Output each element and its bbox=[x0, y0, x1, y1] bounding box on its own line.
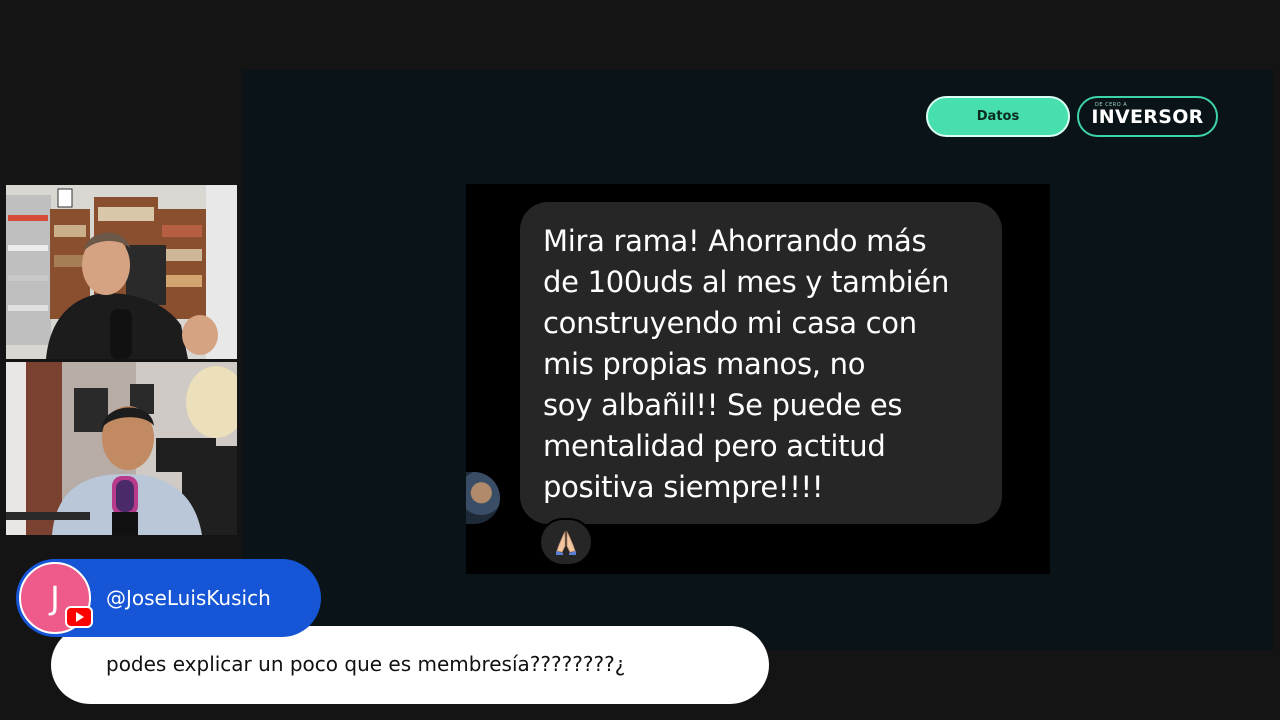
stream-stage: Datos DE CERO A INVERSOR Mira rama! Ahor… bbox=[0, 0, 1280, 720]
webcam-guest bbox=[6, 362, 237, 535]
youtube-icon bbox=[65, 606, 93, 628]
comment-username: @JoseLuisKusich bbox=[106, 586, 271, 610]
guest-video-frame bbox=[6, 362, 237, 535]
host-video-frame bbox=[6, 185, 237, 359]
message-line: positiva siempre!!!! bbox=[543, 470, 824, 504]
datos-badge: Datos bbox=[926, 96, 1070, 137]
message-line: mentalidad pero actitud bbox=[543, 429, 886, 463]
comment-text: podes explicar un poco que es membresía?… bbox=[106, 652, 626, 676]
brand-logo-tagline: DE CERO A bbox=[1095, 102, 1128, 108]
praying-hands-icon bbox=[556, 530, 576, 555]
message-reaction bbox=[539, 518, 593, 566]
message-line: Mira rama! Ahorrando más bbox=[543, 224, 927, 258]
message-line: construyendo mi casa con bbox=[543, 306, 917, 340]
brand-logo: DE CERO A INVERSOR bbox=[1077, 96, 1218, 137]
avatar-initial: J bbox=[50, 579, 60, 617]
webcam-host bbox=[6, 185, 237, 359]
brand-logo-text: INVERSOR bbox=[1091, 105, 1204, 128]
message-line: soy albañil!! Se puede es bbox=[543, 388, 903, 422]
message-line: de 100uds al mes y también bbox=[543, 265, 950, 299]
message-line: mis propias manos, no bbox=[543, 347, 866, 381]
